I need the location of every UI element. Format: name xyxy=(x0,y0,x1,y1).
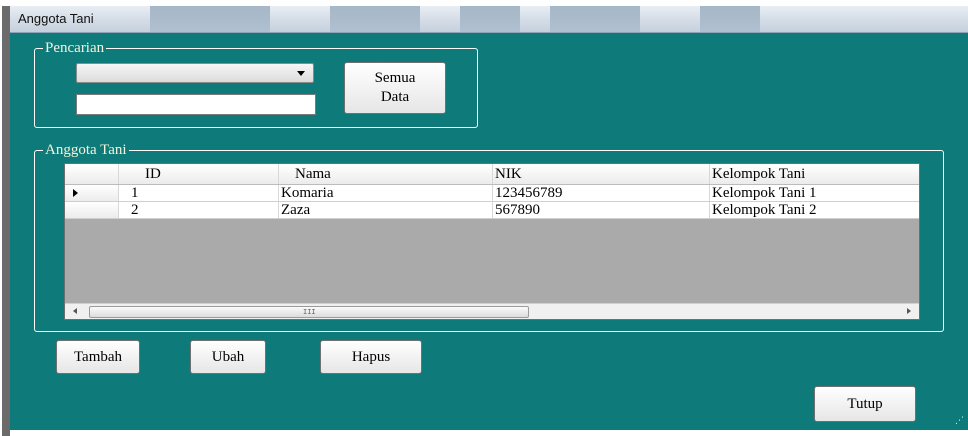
cell-id[interactable]: 1 xyxy=(119,185,279,201)
resize-grip-icon[interactable]: ⋰ xyxy=(955,416,964,426)
titlebar-reflection xyxy=(700,6,760,32)
row-selector[interactable] xyxy=(65,185,119,201)
members-grid[interactable]: ID Nama NIK Kelompok Tani 1 Komaria 1234… xyxy=(64,163,920,320)
table-row[interactable]: 2 Zaza 567890 Kelompok Tani 2 xyxy=(65,202,919,219)
titlebar-reflection xyxy=(150,6,270,32)
title-bar[interactable]: Anggota Tani xyxy=(10,6,968,33)
search-legend: Pencarian xyxy=(45,40,105,56)
edit-button[interactable]: Ubah xyxy=(190,340,266,374)
column-header-kelompok[interactable]: Kelompok Tani xyxy=(710,164,919,184)
scroll-grip-icon: III xyxy=(303,308,316,316)
horizontal-scrollbar[interactable]: III xyxy=(65,303,919,319)
cell-nik[interactable]: 567890 xyxy=(493,202,710,218)
cell-nik[interactable]: 123456789 xyxy=(493,185,710,201)
delete-button[interactable]: Hapus xyxy=(320,340,422,374)
cell-kelompok[interactable]: Kelompok Tani 2 xyxy=(710,202,919,218)
column-header-nama[interactable]: Nama xyxy=(279,164,493,184)
titlebar-reflection xyxy=(550,6,640,32)
window-left-edge xyxy=(2,6,10,436)
scroll-right-icon[interactable] xyxy=(907,308,911,314)
titlebar-reflection xyxy=(460,6,520,32)
scroll-left-icon[interactable] xyxy=(73,308,77,314)
scroll-thumb[interactable]: III xyxy=(89,306,529,318)
show-all-button[interactable]: Semua Data xyxy=(344,62,446,114)
table-row[interactable]: 1 Komaria 123456789 Kelompok Tani 1 xyxy=(65,185,919,202)
column-header-nik[interactable]: NIK xyxy=(493,164,710,184)
grid-header: ID Nama NIK Kelompok Tani xyxy=(65,164,919,185)
cell-nama[interactable]: Komaria xyxy=(279,185,493,201)
cell-kelompok[interactable]: Kelompok Tani 1 xyxy=(710,185,919,201)
members-legend: Anggota Tani xyxy=(45,142,127,158)
titlebar-reflection xyxy=(330,6,420,32)
row-selector[interactable] xyxy=(65,202,119,218)
search-field-combo[interactable] xyxy=(76,63,314,83)
close-button[interactable]: Tutup xyxy=(814,386,916,422)
cell-id[interactable]: 2 xyxy=(119,202,279,218)
row-header-corner xyxy=(65,164,119,184)
add-button[interactable]: Tambah xyxy=(56,340,140,374)
chevron-down-icon[interactable] xyxy=(297,71,305,76)
cell-nama[interactable]: Zaza xyxy=(279,202,493,218)
search-input[interactable] xyxy=(76,94,316,115)
window-title: Anggota Tani xyxy=(18,11,94,26)
current-row-icon xyxy=(73,189,78,197)
column-header-id[interactable]: ID xyxy=(119,164,279,184)
